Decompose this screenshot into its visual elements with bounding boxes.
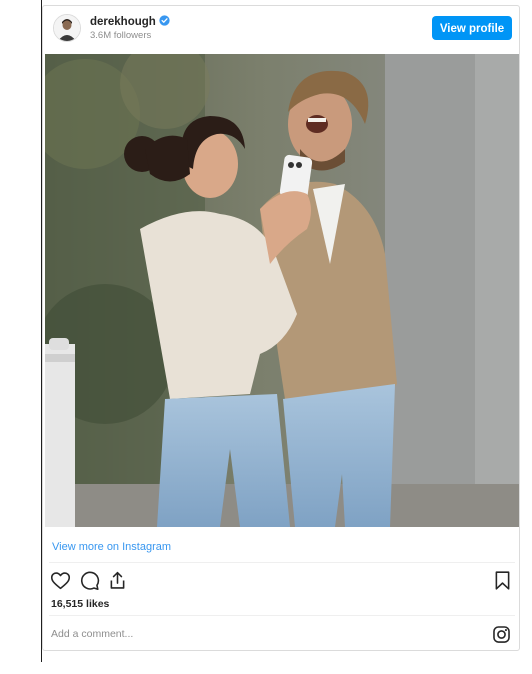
view-more-on-instagram-link[interactable]: View more on Instagram: [52, 541, 171, 553]
post-photo[interactable]: [45, 54, 519, 527]
verified-badge-icon: [159, 15, 170, 26]
comment-row: Add a comment...: [43, 618, 519, 650]
comment-icon[interactable]: [79, 570, 100, 591]
username-text[interactable]: derekhough: [90, 16, 156, 28]
heart-icon[interactable]: [50, 570, 71, 591]
avatar[interactable]: [53, 14, 81, 42]
like-count[interactable]: 16,515 likes: [51, 598, 109, 610]
username[interactable]: derekhough: [90, 15, 170, 28]
profile-picture-icon: [54, 15, 80, 41]
post-header: derekhough 3.6M followers View profile: [43, 6, 519, 52]
divider: [49, 562, 515, 563]
bookmark-icon[interactable]: [492, 570, 513, 591]
post-actions-bar: [43, 567, 519, 595]
divider: [49, 615, 515, 616]
instagram-embed-card: derekhough 3.6M followers View profile V…: [42, 5, 520, 651]
view-profile-button[interactable]: View profile: [432, 16, 512, 40]
instagram-logo-icon[interactable]: [492, 625, 511, 644]
follower-count: 3.6M followers: [90, 30, 152, 41]
post-image: [45, 54, 519, 527]
share-icon[interactable]: [107, 570, 128, 591]
comment-input[interactable]: Add a comment...: [51, 628, 133, 640]
